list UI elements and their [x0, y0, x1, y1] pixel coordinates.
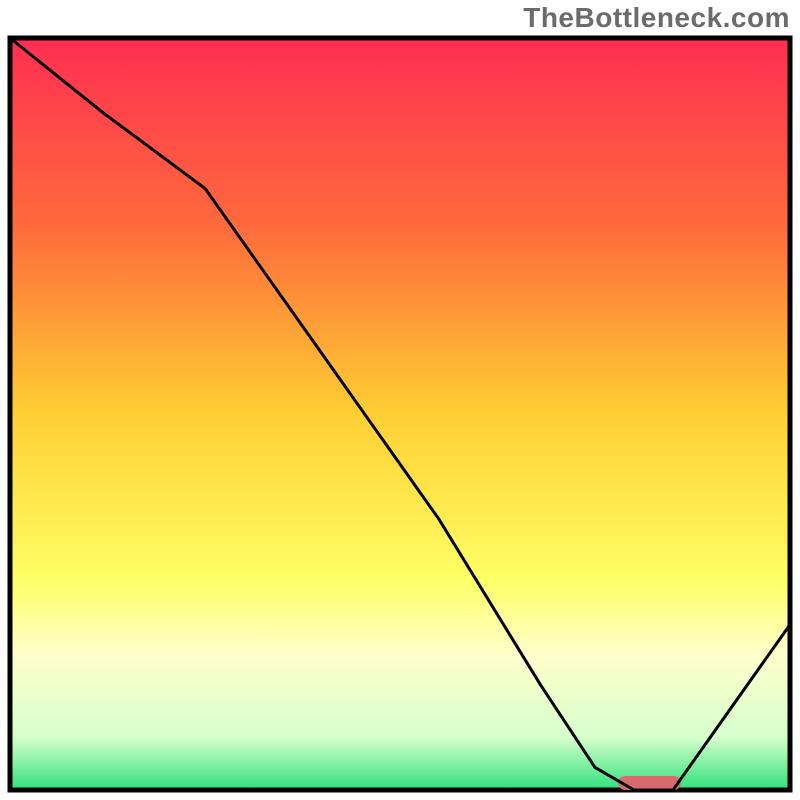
bottleneck-chart [0, 0, 800, 800]
gradient-background [10, 38, 790, 790]
chart-container: TheBottleneck.com [0, 0, 800, 800]
watermark-text: TheBottleneck.com [523, 2, 790, 34]
